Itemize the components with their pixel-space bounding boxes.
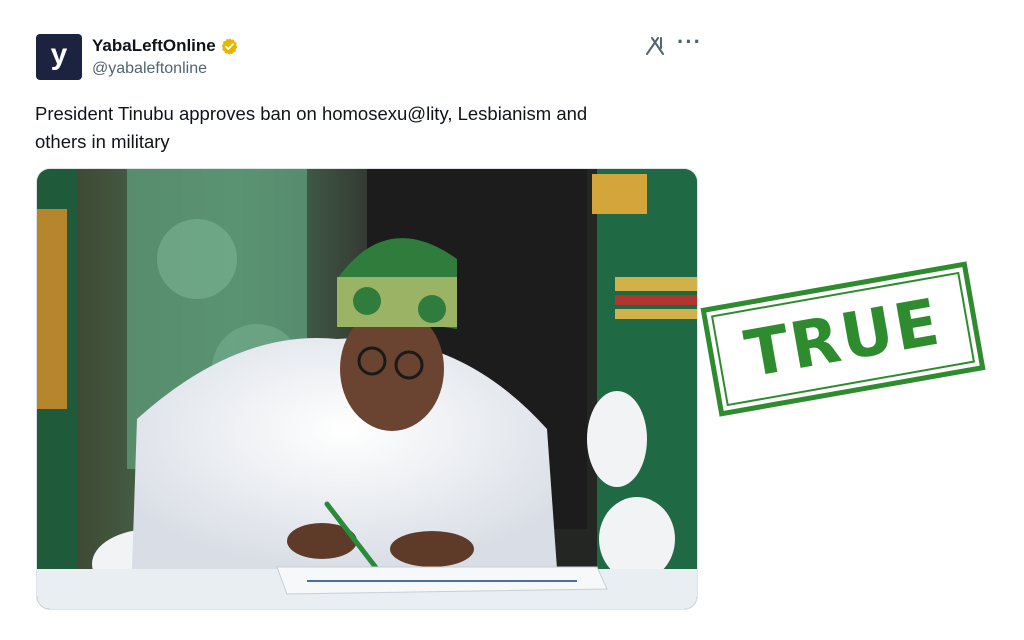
tweet-photo[interactable]: [36, 168, 698, 610]
verdict-stamp: TRUE: [700, 261, 986, 417]
grok-icon[interactable]: [644, 34, 668, 58]
author-handle[interactable]: @yabaleftonline: [92, 60, 207, 78]
photo-president-signing: [37, 169, 697, 609]
tweet-text-line-1: President Tinubu approves ban on homosex…: [35, 103, 588, 124]
display-name[interactable]: YabaLeftOnline: [92, 36, 216, 56]
stamp-label: TRUE: [739, 285, 947, 393]
stamp-outer-border: TRUE: [700, 261, 986, 417]
verified-badge-icon: [221, 37, 238, 55]
tweet-text: President Tinubu approves ban on homosex…: [35, 100, 675, 156]
avatar[interactable]: y: [36, 34, 82, 80]
more-options-icon[interactable]: ···: [677, 29, 702, 55]
avatar-letter: y: [50, 38, 68, 71]
stamp-inner-border: TRUE: [710, 271, 976, 407]
tweet-text-line-2: others in military: [35, 131, 170, 152]
author-name-row: YabaLeftOnline: [92, 36, 239, 56]
